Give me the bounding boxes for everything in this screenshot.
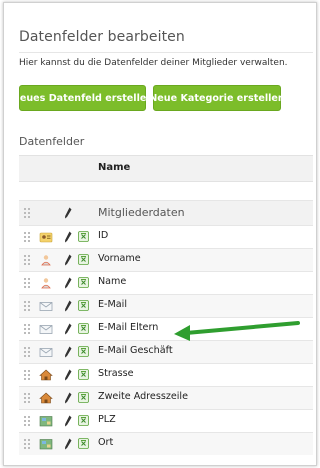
table-row[interactable]: ID [19,225,313,248]
drag-handle-icon[interactable] [23,346,31,358]
field-label[interactable]: Strasse [98,368,134,379]
delete-icon[interactable] [78,323,89,334]
delete-icon[interactable] [78,369,89,380]
new-datafield-button[interactable]: Neues Datenfeld erstellen [12,85,153,111]
delete-icon[interactable] [78,438,89,449]
field-label[interactable]: ID [98,230,108,241]
field-label[interactable]: Vorname [98,253,141,264]
page-title: Datenfelder bearbeiten [19,29,185,45]
category-label: Mitgliederdaten [98,206,185,219]
envelope-icon [39,302,53,311]
delete-icon[interactable] [78,300,89,311]
map-icon [39,439,53,450]
table-row[interactable]: E-Mail [19,294,313,317]
pencil-icon[interactable] [64,300,72,312]
pencil-icon[interactable] [64,277,72,289]
drag-handle-icon[interactable] [23,392,31,404]
field-label[interactable]: Zweite Adresszeile [98,391,188,402]
field-label[interactable]: E-Mail [98,299,127,310]
field-label[interactable]: E-Mail Geschäft [98,345,173,356]
map-icon [39,416,53,427]
field-label[interactable]: E-Mail Eltern [98,322,158,333]
drag-handle-icon[interactable] [23,254,31,266]
content-panel: Datenfelder bearbeiten Hier kannst du di… [3,2,317,466]
pencil-icon[interactable] [64,346,72,358]
table-row[interactable]: PLZ [19,409,313,432]
delete-icon[interactable] [78,392,89,403]
table-row[interactable]: Vorname [19,248,313,271]
delete-icon[interactable] [78,346,89,357]
arrow-annotation-icon [174,321,300,341]
table-row[interactable]: Zweite Adresszeile [19,386,313,409]
delete-icon[interactable] [78,231,89,242]
drag-handle-icon[interactable] [23,300,31,312]
pencil-icon[interactable] [64,231,72,243]
delete-icon[interactable] [78,415,89,426]
pencil-icon[interactable] [64,254,72,266]
drag-handle-icon[interactable] [23,415,31,427]
drag-handle-icon[interactable] [23,231,31,243]
person-icon [41,278,51,289]
envelope-icon [39,348,53,357]
id-card-icon [39,232,53,243]
envelope-icon [39,325,53,334]
pencil-icon[interactable] [64,207,72,219]
category-row[interactable]: Mitgliederdaten [19,200,313,225]
pencil-icon[interactable] [64,415,72,427]
house-icon [39,392,53,404]
delete-icon[interactable] [78,254,89,265]
delete-icon[interactable] [78,277,89,288]
pencil-icon[interactable] [64,323,72,335]
drag-handle-icon[interactable] [23,323,31,335]
house-icon [39,369,53,381]
field-label[interactable]: PLZ [98,414,116,425]
column-header-name[interactable]: Name [98,162,130,173]
drag-handle-icon[interactable] [23,277,31,289]
pencil-icon[interactable] [64,438,72,450]
person-icon [41,255,51,266]
new-category-button[interactable]: Neue Kategorie erstellen [149,85,285,111]
pencil-icon[interactable] [64,392,72,404]
field-label[interactable]: Name [98,276,126,287]
table-row[interactable]: Ort [19,432,313,455]
table-row[interactable]: Name [19,271,313,294]
drag-handle-icon[interactable] [23,207,31,219]
title-divider [19,52,313,53]
page-description: Hier kannst du die Datenfelder deiner Mi… [19,58,288,68]
pencil-icon[interactable] [64,369,72,381]
table-row[interactable]: Strasse [19,363,313,386]
section-title: Datenfelder [19,135,85,148]
field-label[interactable]: Ort [98,437,113,448]
drag-handle-icon[interactable] [23,438,31,450]
drag-handle-icon[interactable] [23,369,31,381]
table-header: Name [19,155,313,182]
